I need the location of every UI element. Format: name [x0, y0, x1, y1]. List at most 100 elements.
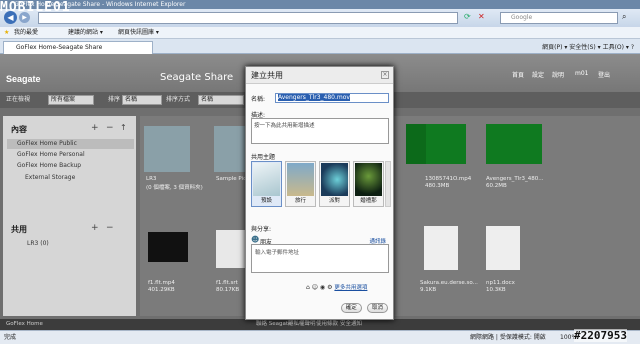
command-bar[interactable]: 網頁(P) ▾ 安全性(S) ▾ 工具(O) ▾ ? [542, 42, 634, 51]
theme-default-preview [253, 163, 280, 196]
sidebar-item-external[interactable]: External Storage [25, 174, 75, 181]
ok-button[interactable]: 確定 [340, 303, 362, 313]
video-thumbnail[interactable] [148, 232, 188, 262]
create-share-dialog: 建立共用 × 名稱: Avengers_Tlr3_480.mov 描述: 按一下… [245, 66, 394, 320]
file-meta: 10.3KB [486, 287, 506, 293]
sort-mode-label: 排序方式 [166, 96, 191, 103]
more-options-link[interactable]: 更多共用選項 [334, 285, 367, 291]
theme-wedding-preview [355, 163, 382, 196]
upload-icon[interactable]: ↑ [120, 123, 127, 132]
dialog-title: 建立共用 [246, 67, 393, 84]
share-name-value: Avengers_Tlr3_480.mov [278, 94, 350, 101]
globe-icon[interactable]: ◉ [320, 284, 325, 291]
search-icon[interactable]: ⌕ [622, 12, 626, 22]
folder-icon[interactable] [144, 126, 190, 172]
close-icon[interactable]: × [381, 71, 389, 79]
file-name: np11.docx [486, 280, 515, 286]
file-name: 13085741O.mp4 [425, 176, 472, 182]
remove-icon[interactable]: − [106, 123, 114, 133]
window-title-bar: GoFlex Home Seagate Share - Windows Inte… [0, 0, 640, 9]
document-icon[interactable] [486, 226, 520, 270]
name-label: 名稱: [251, 96, 266, 103]
file-name: LR3 [146, 176, 157, 182]
content-heading: 內容 [11, 125, 27, 134]
address-input[interactable] [38, 12, 458, 24]
theme-name: 派對 [328, 198, 340, 204]
share-remove-icon[interactable]: − [106, 223, 114, 233]
view-label: 正在檢視 [6, 96, 31, 103]
file-meta: 60.2MB [486, 183, 507, 189]
share-name-input[interactable]: Avengers_Tlr3_480.mov [275, 93, 389, 103]
stop-icon[interactable]: ✕ [478, 12, 485, 21]
status-bar: 完成 網際網路 | 受保護模式: 開啟 100% [0, 330, 640, 344]
app-title: Seagate Share [160, 72, 234, 83]
file-meta: 401.29KB [148, 287, 175, 293]
page-footer: GoFlex Home 隱私權聲明 使用條款 安全通知 聯絡 Seagate [0, 319, 640, 330]
document-icon[interactable] [216, 230, 246, 268]
friends-icon: ☻ [251, 235, 260, 244]
sidebar-item-personal[interactable]: GoFlex Home Personal [17, 151, 85, 158]
theme-picker: 預設 旅行 派對 婚禮那 [251, 161, 385, 207]
footer-contact[interactable]: 聯絡 Seagate [256, 319, 291, 330]
star-icon[interactable]: ★ [4, 27, 9, 39]
refresh-icon[interactable]: ⟳ [464, 12, 471, 21]
theme-name: 婚禮那 [360, 198, 377, 204]
settings-icon[interactable]: ⚙ [327, 284, 332, 291]
sidebar-item-label: GoFlex Home Public [17, 140, 77, 147]
theme-wedding[interactable]: 婚禮那 [353, 161, 384, 207]
sort-label: 排序 [108, 96, 121, 103]
theme-party[interactable]: 派對 [319, 161, 350, 207]
screen: GoFlex Home Seagate Share - Windows Inte… [0, 0, 640, 344]
sidebar-item-backup[interactable]: GoFlex Home Backup [17, 162, 81, 169]
shares-heading: 共用 [11, 225, 27, 234]
nav-settings[interactable]: 設定 [532, 70, 544, 79]
id-watermark: #2207953 [574, 329, 627, 342]
favorites-bar: ★ 我的最愛 建議的網站 ▾ 網頁快訊圖庫 ▾ [0, 27, 640, 39]
dialog-buttons: 確定 取消 [338, 303, 388, 313]
file-meta: (0 個檔案, 3 個資料夾) [146, 185, 203, 191]
theme-name: 旅行 [294, 198, 306, 204]
theme-scrollbar[interactable] [385, 161, 391, 207]
fav-link-suggested[interactable]: 建議的網站 ▾ [68, 27, 103, 39]
tab-goflex[interactable]: GoFlex Home-Seagate Share [3, 41, 153, 54]
seagate-logo: Seagate [6, 74, 41, 84]
footer-brand: GoFlex Home [6, 321, 43, 327]
share-icon-row: ⌂ ☺ ◉ ⚙ 更多共用選項 [306, 283, 367, 291]
video-thumbnail[interactable] [426, 124, 466, 164]
footer-privacy[interactable]: 隱私權聲明 [288, 319, 316, 330]
cancel-button[interactable]: 取消 [366, 303, 388, 313]
view-select[interactable]: 所有檔案 [48, 95, 94, 105]
nav-user: m01 [575, 70, 589, 77]
theme-default[interactable]: 預設 [251, 161, 282, 207]
people-icon[interactable]: ☺ [312, 284, 318, 291]
document-icon[interactable] [424, 226, 458, 270]
footer-security[interactable]: 安全通知 [340, 319, 362, 330]
fav-link-webslice[interactable]: 網頁快訊圖庫 ▾ [118, 27, 159, 39]
video-thumbnail[interactable] [486, 124, 542, 164]
nav-help[interactable]: 說明 [552, 70, 564, 79]
email-placeholder: 輸入電子郵件地址 [255, 250, 300, 256]
search-input[interactable]: Google [500, 12, 618, 24]
nav-logout[interactable]: 登出 [598, 70, 610, 79]
nav-home[interactable]: 首頁 [512, 70, 524, 79]
sort-select[interactable]: 名稱 [122, 95, 162, 105]
theme-travel[interactable]: 旅行 [285, 161, 316, 207]
theme-name: 預設 [260, 198, 272, 204]
sort-mode-select[interactable]: 名稱 [198, 95, 244, 105]
home-icon[interactable]: ⌂ [306, 284, 310, 291]
file-name: Sakura.eu.derse.so... [420, 280, 478, 286]
email-input[interactable]: 輸入電子郵件地址 [251, 244, 389, 273]
site-watermark: MOBILE01 [0, 0, 71, 15]
zone-text: 網際網路 | 受保護模式: 開啟 [470, 334, 546, 341]
description-input[interactable]: 按一下為此共用新增描述 [251, 118, 389, 144]
share-with-label: 與分享: [251, 226, 272, 233]
file-name: f1.flt.srt [216, 280, 238, 286]
theme-travel-preview [287, 163, 314, 196]
file-name: f1.flt.mp4 [148, 280, 175, 286]
theme-party-preview [321, 163, 348, 196]
add-icon[interactable]: + [91, 123, 99, 133]
footer-terms[interactable]: 使用條款 [316, 319, 338, 330]
share-item-lr3[interactable]: LR3 (0) [27, 240, 49, 247]
share-add-icon[interactable]: + [91, 223, 99, 233]
favorites-button[interactable]: 我的最愛 [14, 27, 38, 39]
